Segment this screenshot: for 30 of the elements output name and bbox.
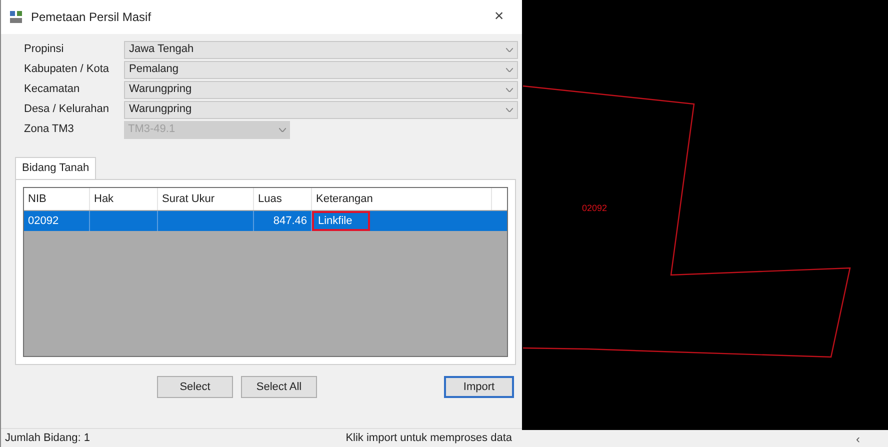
field-label: Kabupaten / Kota <box>24 62 110 78</box>
tab[interactable]: Bidang Tanah <box>15 157 96 179</box>
close-button[interactable]: × <box>484 5 514 29</box>
status-text: Jumlah Bidang: 1 <box>5 430 90 446</box>
column-header[interactable]: NIB <box>24 188 90 210</box>
field-label: Propinsi <box>24 42 65 58</box>
scroll-bar[interactable]: ‹ <box>522 430 888 447</box>
dropdown[interactable]: Warungpring <box>124 100 518 118</box>
table-cell: Linkfile <box>312 211 370 231</box>
dropdown[interactable]: Warungpring <box>124 80 518 98</box>
dropdown[interactable]: Jawa Tengah <box>124 40 518 58</box>
table-cell: 02092 <box>24 211 90 231</box>
window-title: Pemetaan Persil Masif <box>31 9 152 26</box>
column-header[interactable]: Hak <box>90 188 158 210</box>
table-row[interactable]: 02092 847.46 Linkfile <box>24 211 507 231</box>
table-cell: 847.46 <box>254 211 312 231</box>
field-label: Desa / Kelurahan <box>24 102 110 118</box>
field-label: Kecamatan <box>24 82 81 98</box>
column-header[interactable]: Keterangan <box>312 188 492 210</box>
status-text: Klik import untuk memproses data <box>346 430 513 446</box>
button[interactable]: Import <box>444 376 514 398</box>
column-header[interactable]: Surat Ukur <box>158 188 254 210</box>
button[interactable]: Select <box>157 376 233 398</box>
scroll-left-button[interactable]: ‹ <box>856 430 860 447</box>
column-header[interactable]: Luas <box>254 188 312 210</box>
field-label: Zona TM3 <box>24 122 75 138</box>
parcel-label: 02092 <box>582 203 608 213</box>
app-icon <box>9 10 23 24</box>
dropdown[interactable]: Pemalang <box>124 60 518 78</box>
button[interactable]: Select All <box>241 376 317 398</box>
